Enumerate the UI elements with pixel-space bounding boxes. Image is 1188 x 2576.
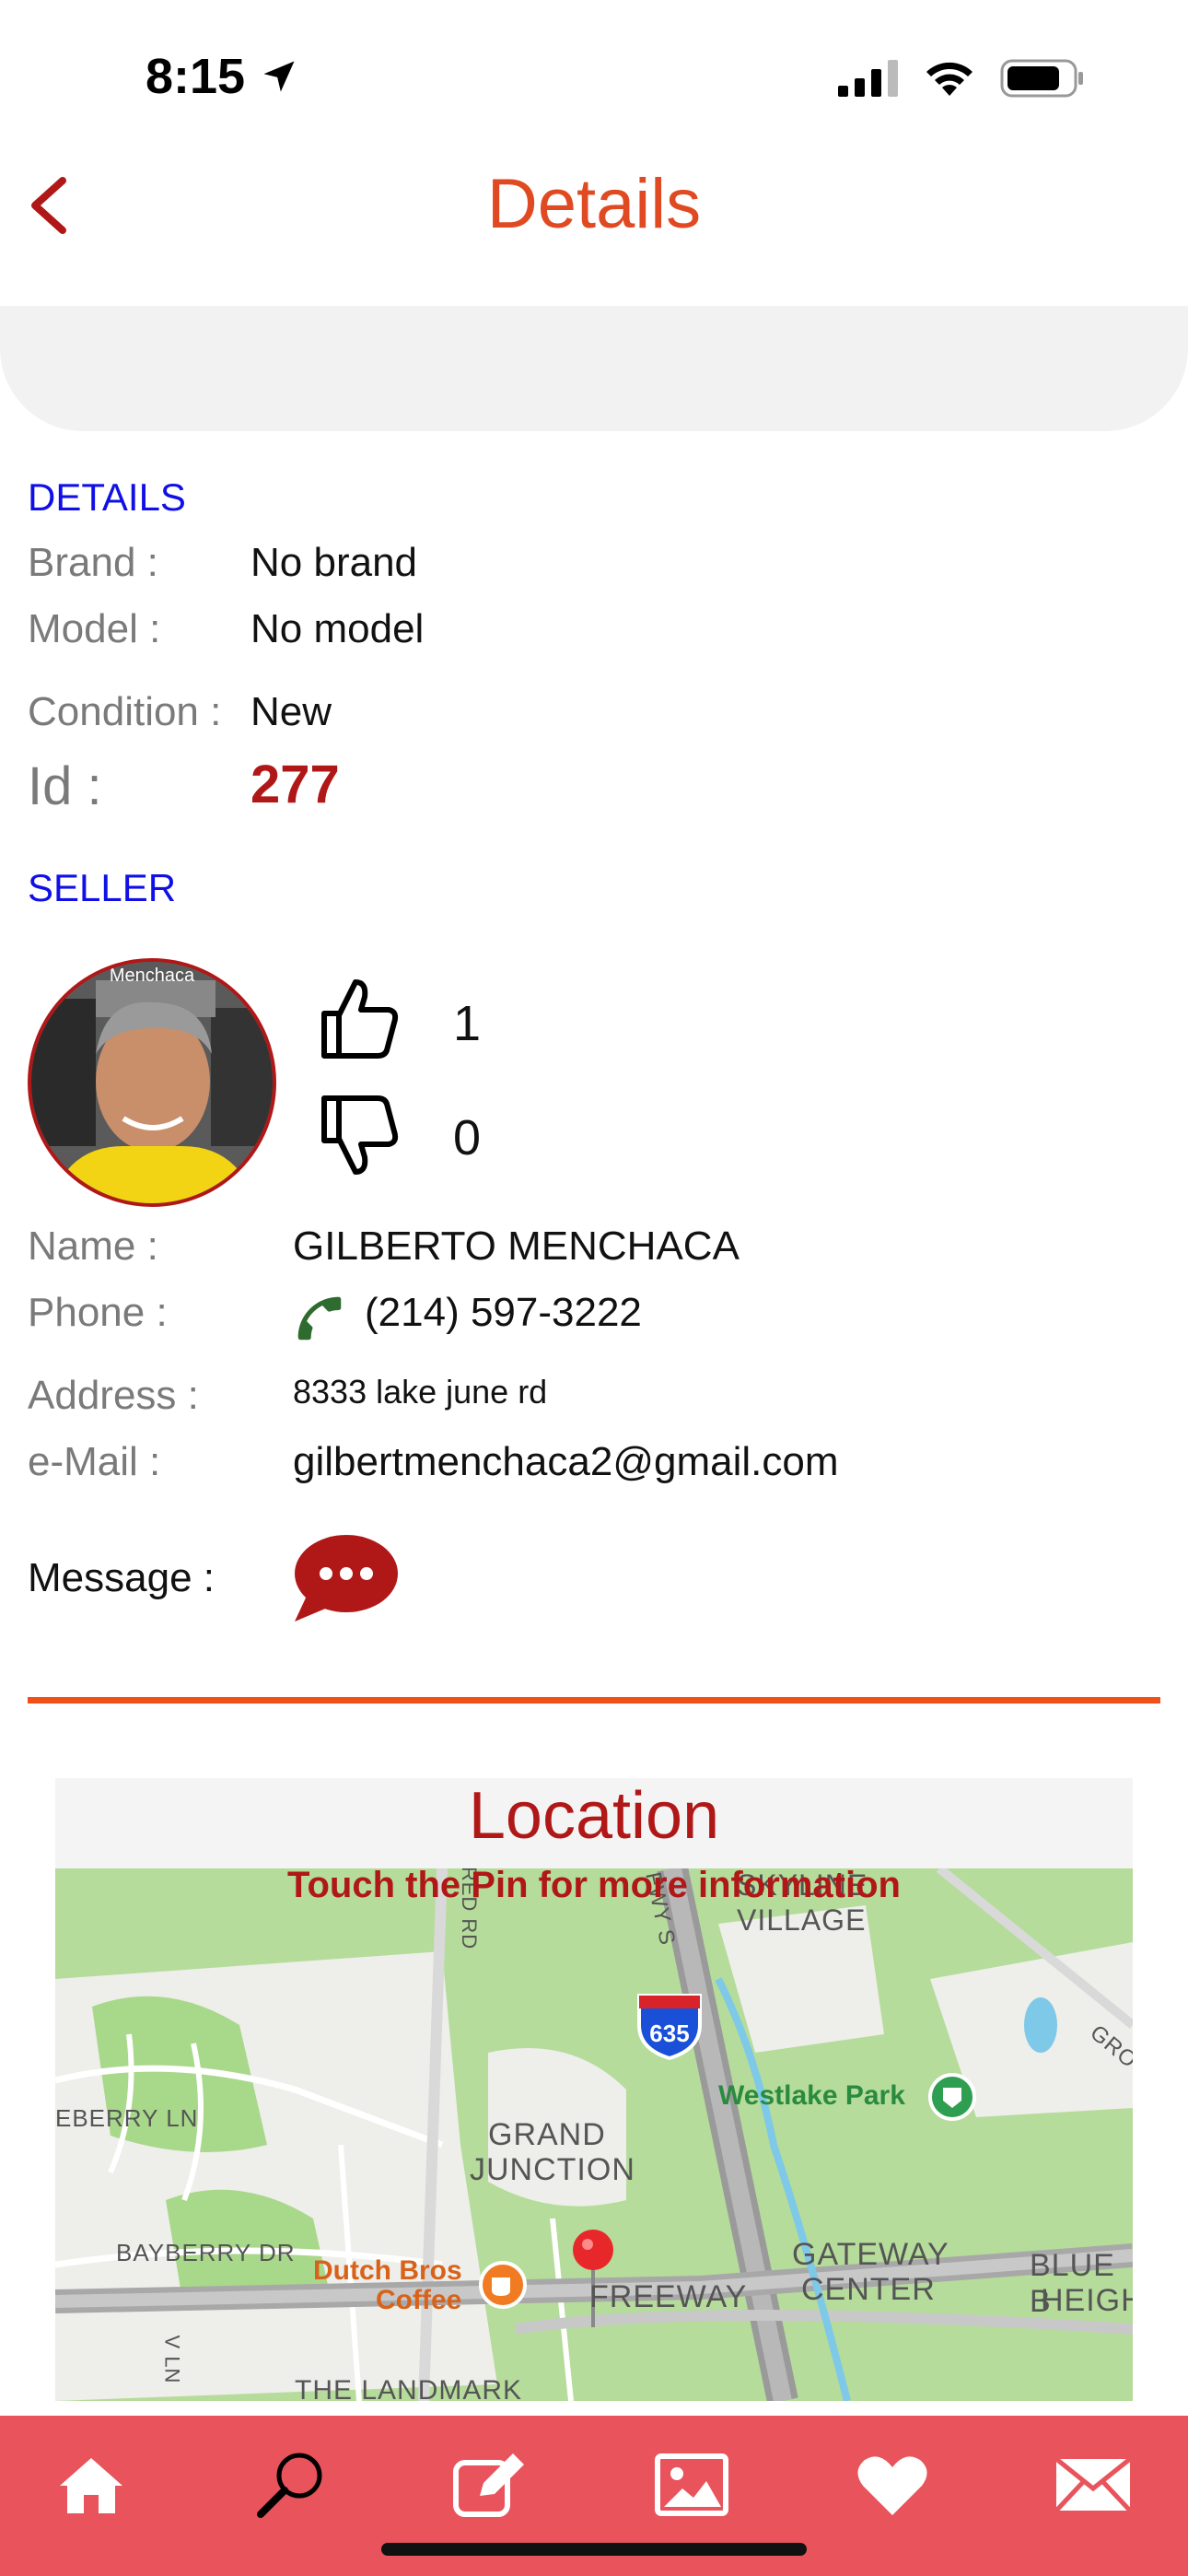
favorites-icon (857, 2456, 927, 2515)
status-icons (838, 59, 1085, 98)
phone-icon[interactable] (291, 1290, 348, 1347)
map-label-dutch-1: Dutch Bros (313, 2255, 462, 2286)
email-value[interactable]: gilbertmenchaca2@gmail.com (293, 1439, 838, 1485)
name-label: Name : (28, 1224, 158, 1269)
map-label-bayberry-dr: BAYBERRY DR (116, 2239, 296, 2266)
seller-avatar[interactable]: Menchaca (28, 958, 276, 1207)
map-label-heigh: HEIGH (1041, 2283, 1133, 2318)
tab-search[interactable] (249, 2443, 332, 2526)
id-value: 277 (250, 755, 340, 814)
likes-count: 1 (453, 996, 482, 1051)
address-label: Address : (28, 1373, 199, 1418)
home-icon (60, 2458, 122, 2513)
email-label: e-Mail : (28, 1439, 161, 1484)
location-title: Location (468, 1779, 720, 1853)
tab-post[interactable] (449, 2443, 532, 2526)
mail-icon (1054, 2457, 1132, 2512)
highway-number: 635 (649, 2020, 689, 2047)
dislikes-count: 0 (453, 1110, 482, 1165)
map-label-dutch-2: Coffee (376, 2285, 462, 2315)
map-label-freeway: FREEWAY (589, 2279, 748, 2314)
map-label-gateway: GATEWAY (792, 2237, 949, 2272)
signal-icon (838, 60, 898, 97)
map-label-landmark: THE LANDMARK (295, 2375, 523, 2401)
home-indicator (381, 2543, 807, 2556)
map-instruction: Touch the Pin for more information (287, 1865, 901, 1905)
map-view[interactable]: 635 SKYLINE VILLAGE Westlake Park GRAND … (55, 1868, 1133, 2401)
phone-label: Phone : (28, 1290, 168, 1335)
tab-gallery[interactable] (650, 2443, 733, 2526)
condition-value: New (250, 689, 332, 734)
map-label-center: CENTER (801, 2272, 936, 2307)
location-arrow-icon (263, 61, 295, 92)
tab-mail[interactable] (1052, 2443, 1135, 2526)
page-title: Details (486, 165, 702, 243)
seller-section-title: SELLER (28, 866, 177, 909)
battery-icon (1000, 59, 1083, 98)
details-section-title: DETAILS (28, 475, 186, 519)
tab-favorites[interactable] (851, 2443, 934, 2526)
status-time: 8:15 (146, 48, 299, 105)
map-label-bayberry-ln: EBERRY LN (55, 2104, 199, 2132)
map-label-village: VILLAGE (737, 1903, 867, 1937)
message-label: Message : (28, 1555, 215, 1600)
brand-label: Brand : (28, 540, 158, 585)
brand-value: No brand (250, 540, 418, 585)
wifi-icon (926, 62, 973, 96)
model-label: Model : (28, 606, 161, 651)
thumbs-up-icon[interactable] (315, 975, 400, 1060)
id-label: Id : (28, 756, 102, 816)
phone-value[interactable]: (214) 597-3222 (365, 1290, 642, 1336)
seller-photo (31, 962, 273, 1203)
address-value: 8333 lake june rd (293, 1373, 548, 1411)
search-icon (257, 2453, 322, 2518)
map-label-v-ln: V LN (160, 2335, 184, 2384)
edit-icon (453, 2453, 524, 2517)
tab-home[interactable] (50, 2443, 133, 2526)
condition-label: Condition : (28, 689, 222, 734)
map-label-junction: JUNCTION (470, 2152, 635, 2187)
message-bubble-icon[interactable] (291, 1533, 400, 1625)
thumbs-down-icon[interactable] (315, 1095, 400, 1179)
avatar-caption: Menchaca (109, 966, 195, 986)
model-value: No model (250, 606, 425, 651)
map-label-westlake: Westlake Park (718, 2080, 905, 2111)
map-label-grand: GRAND (488, 2117, 606, 2152)
header-band (0, 306, 1188, 431)
gallery-icon (655, 2453, 728, 2516)
section-divider (28, 1697, 1160, 1704)
name-value: GILBERTO MENCHACA (293, 1224, 740, 1269)
